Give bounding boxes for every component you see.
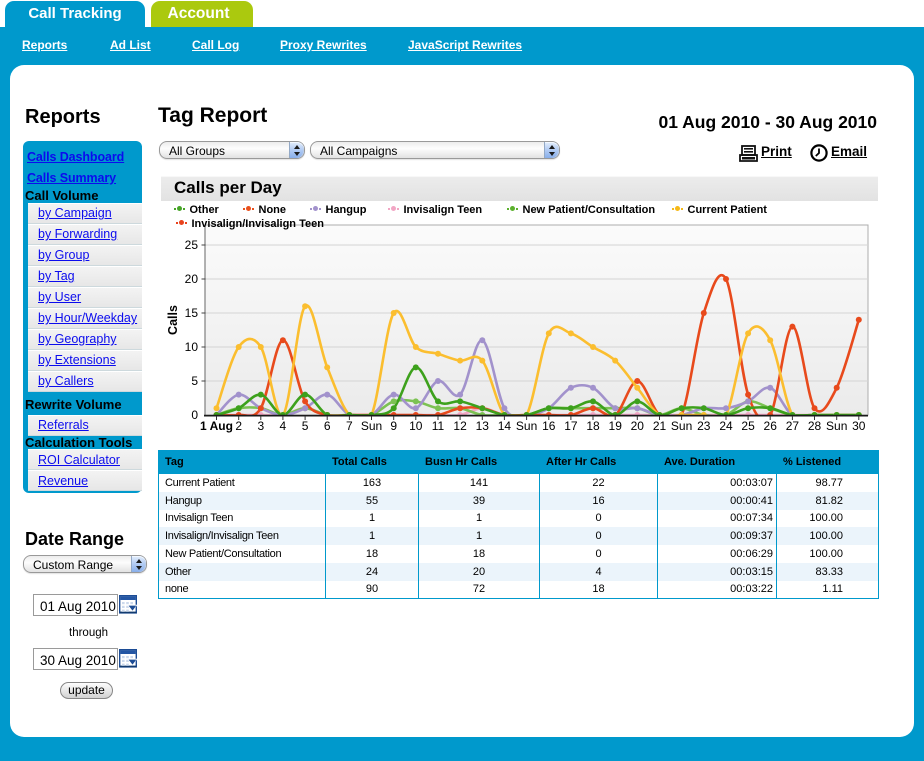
- svg-text:17: 17: [564, 419, 578, 433]
- svg-text:Sun: Sun: [671, 419, 692, 433]
- svg-text:25: 25: [741, 419, 755, 433]
- svg-text:1 Aug: 1 Aug: [200, 419, 233, 433]
- svg-text:Sun: Sun: [826, 419, 847, 433]
- svg-text:6: 6: [324, 419, 331, 433]
- svg-text:3: 3: [257, 419, 264, 433]
- svg-text:20: 20: [631, 419, 645, 433]
- svg-text:Sun: Sun: [516, 419, 537, 433]
- svg-text:2: 2: [235, 419, 242, 433]
- svg-text:Calls: Calls: [166, 305, 180, 335]
- svg-text:18: 18: [586, 419, 600, 433]
- svg-text:7: 7: [346, 419, 353, 433]
- svg-text:15: 15: [185, 306, 199, 320]
- svg-text:26: 26: [764, 419, 778, 433]
- svg-text:12: 12: [453, 419, 467, 433]
- svg-text:25: 25: [185, 238, 199, 252]
- svg-text:19: 19: [609, 419, 623, 433]
- svg-text:20: 20: [185, 272, 199, 286]
- svg-text:9: 9: [390, 419, 397, 433]
- svg-text:4: 4: [280, 419, 287, 433]
- svg-text:24: 24: [719, 419, 733, 433]
- svg-text:10: 10: [185, 340, 199, 354]
- svg-text:30: 30: [852, 419, 866, 433]
- svg-text:Sun: Sun: [361, 419, 382, 433]
- svg-text:14: 14: [498, 419, 512, 433]
- svg-text:16: 16: [542, 419, 556, 433]
- svg-text:0: 0: [191, 408, 198, 422]
- svg-text:27: 27: [786, 419, 800, 433]
- svg-text:5: 5: [191, 374, 198, 388]
- svg-text:23: 23: [697, 419, 711, 433]
- svg-text:5: 5: [302, 419, 309, 433]
- svg-text:11: 11: [432, 419, 445, 433]
- svg-text:13: 13: [476, 419, 490, 433]
- svg-text:28: 28: [808, 419, 822, 433]
- svg-text:10: 10: [409, 419, 423, 433]
- svg-text:21: 21: [653, 419, 667, 433]
